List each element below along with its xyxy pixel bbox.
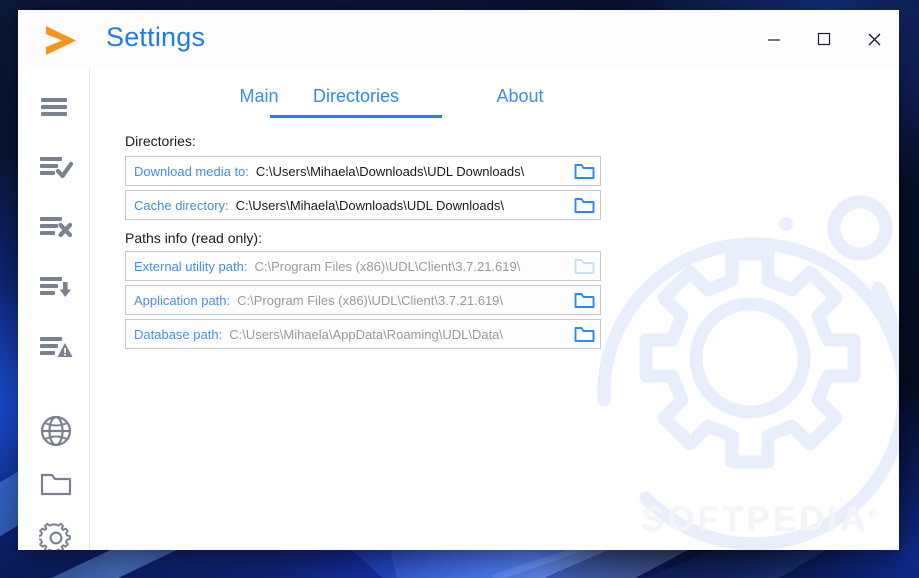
database-path-browse-button[interactable] xyxy=(568,320,600,348)
application-path-label: Application path: xyxy=(134,292,231,308)
close-icon xyxy=(868,33,880,45)
sidebar-item-settings[interactable] xyxy=(32,515,80,550)
folder-open-icon xyxy=(574,327,594,342)
folder-open-icon xyxy=(574,259,594,274)
external-utility-path-label: External utility path: xyxy=(134,258,248,274)
folder-open-icon xyxy=(574,198,594,213)
cache-directory-field[interactable]: Cache directory: C:\Users\Mihaela\Downlo… xyxy=(125,190,601,220)
list-warning-icon xyxy=(40,337,73,357)
download-media-to-label: Download media to: xyxy=(134,163,249,179)
folder-open-icon xyxy=(574,164,594,179)
tab-directories[interactable]: Directories xyxy=(270,74,442,124)
application-path-field: Application path: C:\Program Files (x86)… xyxy=(125,285,601,315)
maximize-button[interactable] xyxy=(799,18,849,60)
title-bar: Settings xyxy=(18,10,899,68)
gear-icon xyxy=(39,522,71,550)
application-path-value: C:\Program Files (x86)\UDL\Client\3.7.21… xyxy=(237,292,504,308)
softpedia-watermark-text: SOFTPEDIA xyxy=(641,500,869,539)
minimize-icon xyxy=(768,39,780,41)
maximize-icon xyxy=(817,32,831,46)
sidebar-item-completed-list[interactable] xyxy=(32,144,80,190)
database-path-field: Database path: C:\Users\Mihaela\AppData\… xyxy=(125,319,601,349)
cache-directory-label: Cache directory: xyxy=(134,197,229,213)
window-title: Settings xyxy=(106,22,206,52)
application-path-browse-button[interactable] xyxy=(568,286,600,314)
external-utility-path-field: External utility path: C:\Program Files … xyxy=(125,251,601,281)
close-button[interactable] xyxy=(849,18,899,60)
content-area: SOFTPEDIA® Main Directories About Direct… xyxy=(90,68,899,550)
directories-section-label: Directories: xyxy=(125,133,196,149)
sidebar-item-folder[interactable] xyxy=(32,461,80,507)
tab-directories-label: Directories xyxy=(312,86,400,106)
external-utility-path-value: C:\Program Files (x86)\UDL\Client\3.7.21… xyxy=(254,258,521,274)
tab-bar: Main Directories About xyxy=(90,74,899,124)
list-download-icon xyxy=(40,277,71,297)
window-controls xyxy=(749,10,899,68)
gear-watermark-icon xyxy=(560,168,899,550)
registered-mark: ® xyxy=(868,506,881,522)
sidebar-item-downloading-list[interactable] xyxy=(32,264,80,310)
tab-underline xyxy=(270,115,442,118)
external-utility-path-browse-button xyxy=(568,252,600,280)
settings-window: Settings SOFTPEDIA® Main Directories Abo… xyxy=(18,10,899,550)
sidebar-item-failed-list[interactable] xyxy=(32,204,80,250)
minimize-button[interactable] xyxy=(749,18,799,60)
paths-info-section-label: Paths info (read only): xyxy=(125,230,262,246)
download-media-to-value: C:\Users\Mihaela\Downloads\UDL Downloads… xyxy=(255,163,525,179)
sidebar-item-queue-list[interactable] xyxy=(32,84,80,130)
list-icon xyxy=(41,98,67,116)
folder-open-icon xyxy=(574,293,594,308)
download-media-to-browse-button[interactable] xyxy=(568,157,600,185)
database-path-value: C:\Users\Mihaela\AppData\Roaming\UDL\Dat… xyxy=(229,326,504,342)
cache-directory-value: C:\Users\Mihaela\Downloads\UDL Downloads… xyxy=(235,197,504,213)
folder-icon xyxy=(40,473,72,496)
list-x-icon xyxy=(40,217,73,238)
globe-icon xyxy=(40,415,72,447)
sidebar xyxy=(18,68,90,550)
list-check-icon xyxy=(40,157,73,179)
cache-directory-browse-button[interactable] xyxy=(568,191,600,219)
app-logo-icon xyxy=(36,21,86,61)
download-media-to-field[interactable]: Download media to: C:\Users\Mihaela\Down… xyxy=(125,156,601,186)
softpedia-watermark: SOFTPEDIA® xyxy=(641,500,881,540)
sidebar-item-warnings-list[interactable] xyxy=(32,324,80,370)
sidebar-item-browser[interactable] xyxy=(32,408,80,454)
database-path-label: Database path: xyxy=(134,326,223,342)
tab-about[interactable]: About xyxy=(465,74,575,124)
tab-about-label: About xyxy=(496,86,544,106)
